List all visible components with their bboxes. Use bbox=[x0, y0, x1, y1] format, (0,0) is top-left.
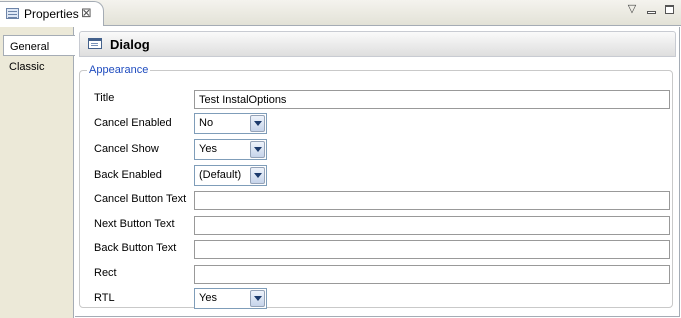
chevron-down-icon[interactable] bbox=[250, 290, 265, 307]
view-title: Properties bbox=[24, 7, 79, 21]
title-label: Title bbox=[94, 92, 115, 104]
rect-field[interactable] bbox=[194, 265, 670, 284]
rect-label: Rect bbox=[94, 267, 117, 279]
chevron-down-icon[interactable] bbox=[250, 141, 265, 158]
section-header: Dialog bbox=[79, 31, 676, 57]
properties-view-tab[interactable]: Properties ⊠ bbox=[0, 1, 104, 26]
appearance-legend: Appearance bbox=[89, 64, 149, 76]
cancel-enabled-select[interactable]: No bbox=[194, 113, 267, 134]
cancel-show-value: Yes bbox=[199, 143, 217, 155]
category-tabs: General Classic bbox=[0, 27, 75, 318]
back-button-text-label: Back Button Text bbox=[94, 242, 177, 254]
back-enabled-value: (Default) bbox=[199, 169, 242, 181]
properties-icon bbox=[6, 8, 19, 19]
tab-classic[interactable]: Classic bbox=[3, 56, 74, 77]
section-title: Dialog bbox=[110, 37, 150, 52]
title-field[interactable] bbox=[194, 90, 670, 109]
view-tab-bar: Properties ⊠ ▽ bbox=[0, 0, 681, 26]
dialog-icon bbox=[88, 38, 102, 49]
cancel-button-text-label: Cancel Button Text bbox=[94, 193, 187, 205]
rtl-label: RTL bbox=[94, 292, 115, 304]
minimize-icon[interactable] bbox=[644, 3, 658, 17]
cancel-enabled-value: No bbox=[199, 117, 214, 129]
tab-general[interactable]: General bbox=[3, 35, 75, 56]
appearance-group: Appearance Title Cancel Enabled No Cance… bbox=[79, 64, 673, 309]
cancel-show-select[interactable]: Yes bbox=[194, 139, 267, 160]
chevron-down-icon[interactable] bbox=[250, 115, 265, 132]
cancel-show-label: Cancel Show bbox=[94, 143, 159, 155]
close-icon[interactable]: ⊠ bbox=[81, 5, 92, 21]
cancel-button-text-field[interactable] bbox=[194, 191, 670, 210]
maximize-icon[interactable] bbox=[662, 3, 676, 17]
rtl-value: Yes bbox=[199, 292, 217, 304]
properties-content: Dialog Appearance Title Cancel Enabled N… bbox=[75, 27, 680, 317]
rtl-select[interactable]: Yes bbox=[194, 288, 267, 309]
back-enabled-label: Back Enabled bbox=[94, 169, 162, 181]
next-button-text-field[interactable] bbox=[194, 216, 670, 235]
back-enabled-select[interactable]: (Default) bbox=[194, 165, 267, 186]
chevron-down-icon[interactable] bbox=[250, 167, 265, 184]
back-button-text-field[interactable] bbox=[194, 240, 670, 259]
cancel-enabled-label: Cancel Enabled bbox=[94, 117, 172, 129]
next-button-text-label: Next Button Text bbox=[94, 218, 175, 230]
view-menu-icon[interactable]: ▽ bbox=[625, 3, 639, 17]
